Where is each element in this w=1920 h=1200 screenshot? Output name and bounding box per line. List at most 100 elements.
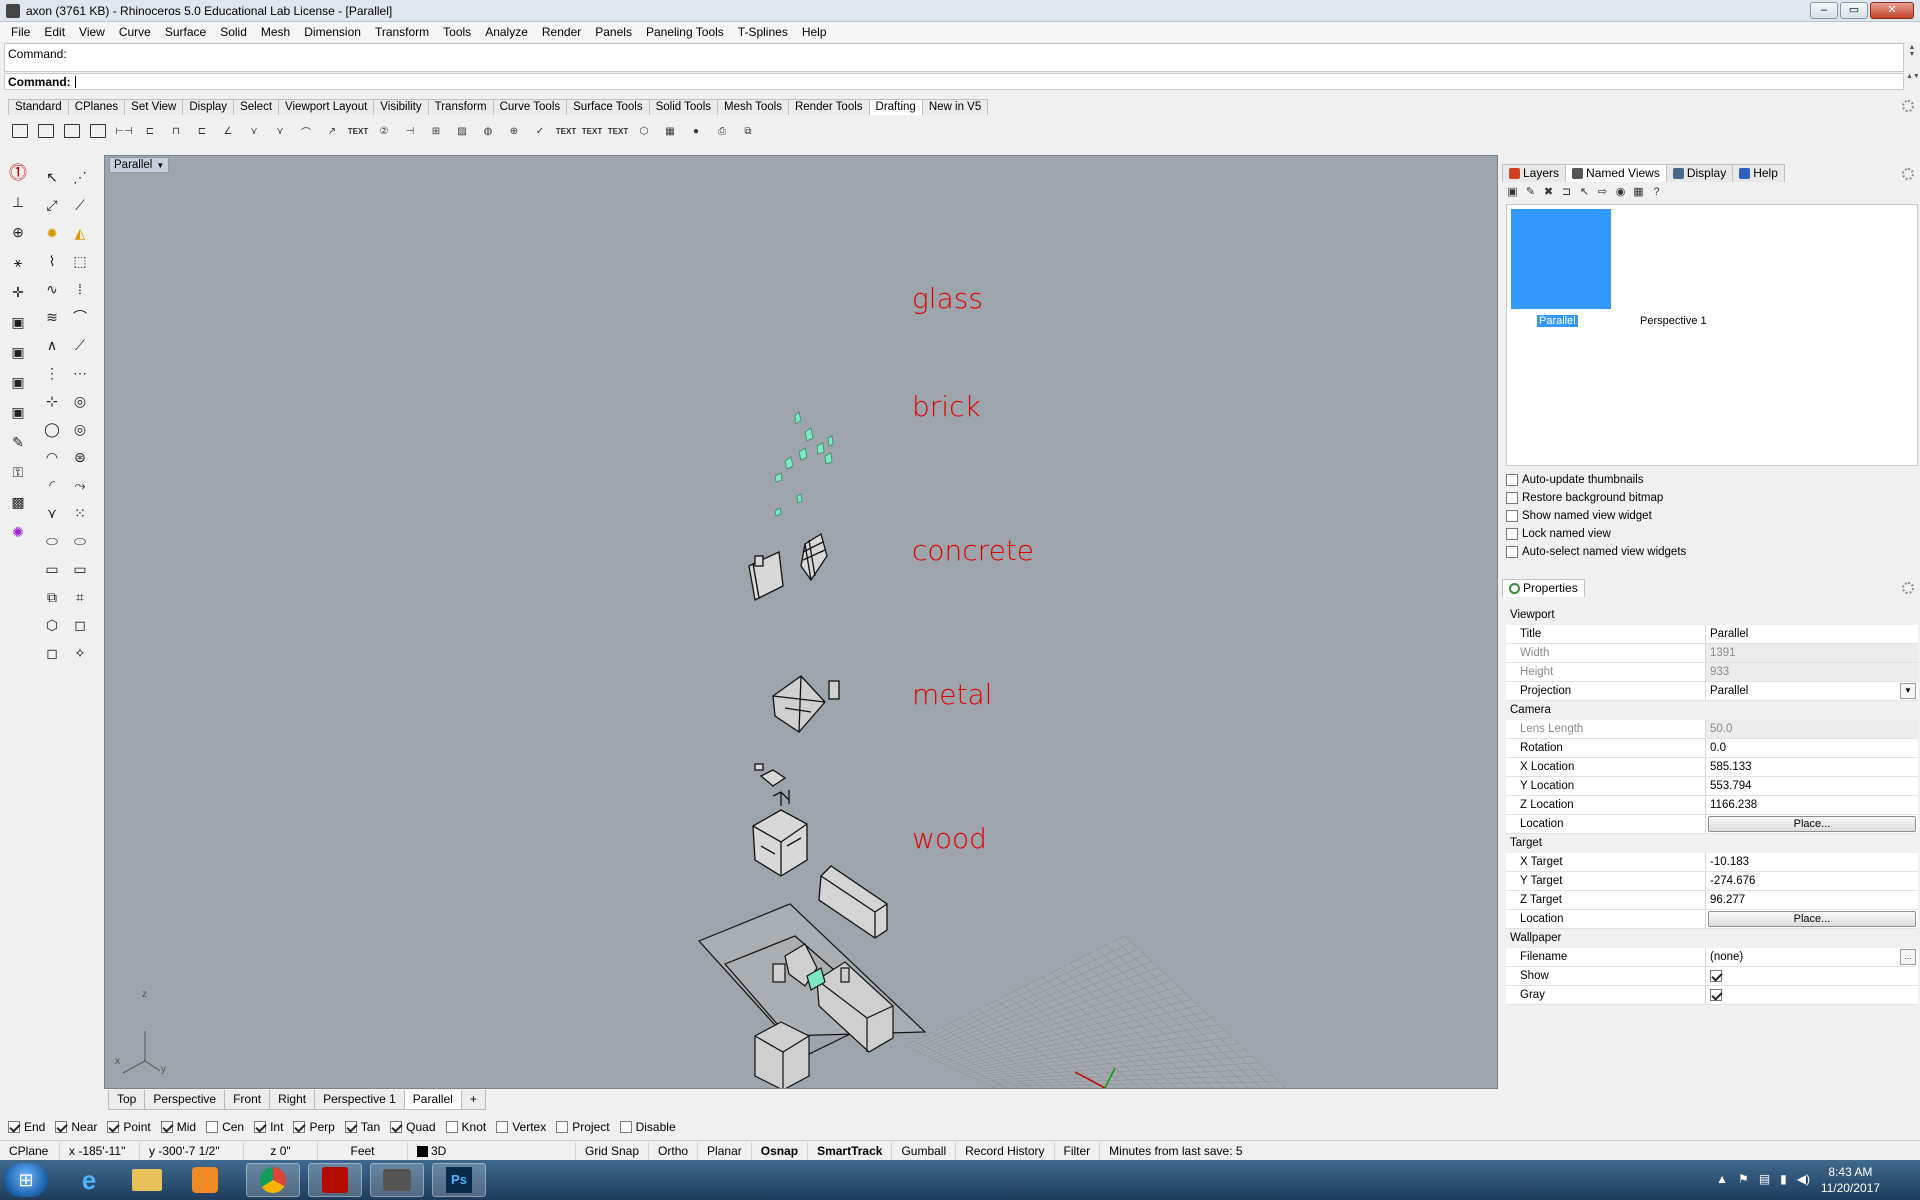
angle-dimension-icon[interactable]: ∠	[216, 119, 240, 143]
osnap-int-checkbox[interactable]	[254, 1121, 267, 1133]
circle3-icon[interactable]: ◎	[68, 417, 92, 441]
menu-paneling-tools[interactable]: Paneling Tools	[639, 25, 731, 39]
rotated-dimension-icon[interactable]: ⊓	[164, 119, 188, 143]
globe-icon[interactable]: ⊕	[6, 220, 30, 244]
osnap-vertex-checkbox[interactable]	[496, 1121, 509, 1133]
dimension-style-icon[interactable]: ⊣	[398, 119, 422, 143]
file-explorer-icon[interactable]	[120, 1163, 174, 1197]
menu-panels[interactable]: Panels	[588, 25, 639, 39]
menu-dimension[interactable]: Dimension	[297, 25, 368, 39]
osnap-end-checkbox[interactable]	[8, 1121, 20, 1133]
menu-curve[interactable]: Curve	[112, 25, 158, 39]
freeform-icon[interactable]: ≋	[40, 305, 64, 329]
tab-visibility[interactable]: Visibility	[373, 99, 429, 115]
maximize-button[interactable]: ▭	[1840, 2, 1868, 19]
browse-file-button[interactable]: ...	[1900, 949, 1916, 965]
tab-set-view[interactable]: Set View	[124, 99, 184, 115]
osnap-end[interactable]: End	[8, 1120, 45, 1134]
wood-model[interactable]	[818, 865, 888, 939]
tab-mesh-tools[interactable]: Mesh Tools	[717, 99, 789, 115]
tab-named-views[interactable]: Named Views	[1565, 164, 1667, 182]
option-lock-view[interactable]: Lock named view	[1506, 526, 1686, 541]
box-edit-icon[interactable]: ▣	[6, 340, 30, 364]
menu-analyze[interactable]: Analyze	[478, 25, 535, 39]
menu-help[interactable]: Help	[795, 25, 834, 39]
polyline3-icon[interactable]: ⋎	[40, 501, 64, 525]
polygon-icon[interactable]: ⬡	[40, 613, 64, 637]
battery-icon[interactable]: ▮	[1780, 1172, 1787, 1186]
y-target-field[interactable]: -274.676	[1706, 872, 1918, 890]
menu-t-splines[interactable]: T-Splines	[731, 25, 795, 39]
grid-view-icon[interactable]: ▦	[1632, 186, 1645, 199]
osnap-knot[interactable]: Knot	[445, 1120, 486, 1134]
hatch-icon[interactable]: ▨	[450, 119, 474, 143]
ellipse-icon[interactable]: ⬭	[40, 529, 64, 553]
text-icon[interactable]: TEXT	[346, 119, 370, 143]
rotation-field[interactable]: 0.0	[1706, 739, 1918, 757]
star-icon[interactable]: ✧	[68, 641, 92, 665]
z-location-field[interactable]: 1166.238	[1706, 796, 1918, 814]
page-icon[interactable]	[60, 119, 84, 143]
osnap-project[interactable]: Project	[556, 1120, 610, 1134]
osnap-mid[interactable]: Mid	[160, 1120, 196, 1134]
save-view-icon[interactable]: ▣	[1506, 186, 1519, 199]
tab-right[interactable]: Right	[269, 1090, 316, 1110]
glass-model[interactable]	[774, 411, 834, 517]
viewport-menu-icon[interactable]: ▼	[156, 161, 164, 170]
arc-dimension-icon[interactable]: ⌒	[294, 119, 318, 143]
chevron-down-icon[interactable]: ▼	[1900, 683, 1916, 699]
osnap-perp-checkbox[interactable]	[293, 1121, 306, 1133]
leader-icon[interactable]: ↗	[320, 119, 344, 143]
record-history-button[interactable]: Record History	[956, 1141, 1055, 1160]
viewport-canvas[interactable]	[105, 156, 1498, 1089]
tab-curve-tools[interactable]: Curve Tools	[492, 99, 568, 115]
target-place-button[interactable]: Place...	[1708, 911, 1916, 927]
brick-model[interactable]	[748, 532, 828, 601]
rectangle-dots-icon[interactable]: ⬚	[68, 249, 92, 273]
filename-field[interactable]: (none)...	[1706, 948, 1918, 966]
menu-mesh[interactable]: Mesh	[254, 25, 297, 39]
tray-expand-icon[interactable]: ▲	[1716, 1172, 1728, 1186]
command-line-scrollbar[interactable]: ▲▼	[1906, 73, 1920, 90]
box-active-icon[interactable]: ▣	[6, 400, 30, 424]
tab-display[interactable]: Display	[182, 99, 235, 115]
x-location-field[interactable]: 585.133	[1706, 758, 1918, 776]
arc-icon[interactable]: ⌒	[68, 305, 92, 329]
tab-help-panel[interactable]: Help	[1732, 164, 1785, 182]
gear-purple-icon[interactable]: ✺	[6, 520, 30, 544]
menu-tools[interactable]: Tools	[436, 25, 478, 39]
viewport-parallel[interactable]: Parallel ▼ glass brick concrete metal wo…	[104, 155, 1498, 1089]
grid2-icon[interactable]: ⁙	[68, 501, 92, 525]
print-icon[interactable]: ⎙	[710, 119, 734, 143]
osnap-vertex[interactable]: Vertex	[496, 1120, 546, 1134]
internet-explorer-icon[interactable]: e	[62, 1163, 116, 1197]
pen-icon[interactable]: ✎	[6, 430, 30, 454]
osnap-near-checkbox[interactable]	[55, 1121, 68, 1133]
photoshop-icon[interactable]: Ps	[432, 1163, 486, 1197]
line2-icon[interactable]: ⟋	[68, 333, 92, 357]
tab-display-panel[interactable]: Display	[1665, 164, 1734, 182]
osnap-project-checkbox[interactable]	[556, 1121, 569, 1133]
point-icon[interactable]: ⋰	[68, 165, 92, 189]
menu-render[interactable]: Render	[535, 25, 588, 39]
help-view-icon[interactable]: ?	[1650, 186, 1663, 199]
detail-icon[interactable]	[86, 119, 110, 143]
osnap-disable[interactable]: Disable	[619, 1120, 676, 1134]
rectangle3-icon[interactable]: ⧉	[40, 585, 64, 609]
osnap-knot-checkbox[interactable]	[445, 1121, 458, 1133]
tab-drafting[interactable]: Drafting	[868, 99, 923, 115]
rhino-taskbar-icon[interactable]	[370, 1163, 424, 1197]
restore-bitmap-checkbox[interactable]	[1506, 491, 1518, 504]
camera-place-button[interactable]: Place...	[1708, 816, 1916, 832]
tab-cplanes[interactable]: CPlanes	[67, 99, 126, 115]
tab-viewport-layout[interactable]: Viewport Layout	[278, 99, 375, 115]
osnap-cen-checkbox[interactable]	[206, 1121, 219, 1133]
wallpaper-gray-checkbox[interactable]	[1710, 989, 1722, 1001]
polyline-icon[interactable]: ⌇	[40, 249, 64, 273]
named-view-label-perspective-1[interactable]: Perspective 1	[1640, 315, 1707, 327]
pick-icon[interactable]: ⤢	[40, 193, 64, 217]
place-view-icon[interactable]: ↖	[1578, 186, 1591, 199]
assembled-model[interactable]	[697, 903, 927, 1089]
flag-icon[interactable]: ⚑	[1738, 1172, 1749, 1186]
osnap-int[interactable]: Int	[254, 1120, 283, 1134]
